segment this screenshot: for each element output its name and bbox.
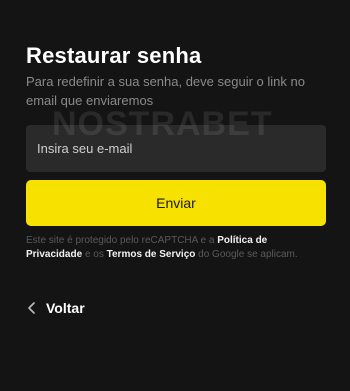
terms-of-service-link[interactable]: Termos de Serviço xyxy=(107,249,196,260)
recaptcha-notice: Este site é protegido pelo reCAPTCHA e a… xyxy=(26,234,326,262)
back-link[interactable]: Voltar xyxy=(26,300,85,316)
back-label: Voltar xyxy=(46,300,85,316)
page-title: Restaurar senha xyxy=(26,43,202,68)
email-field-container xyxy=(26,125,326,172)
recaptcha-notice-connector: e os xyxy=(84,249,104,260)
submit-button[interactable]: Enviar xyxy=(26,180,326,226)
recaptcha-notice-end: do Google se aplicam. xyxy=(198,249,298,260)
page-subtitle: Para redefinir a sua senha, deve seguir … xyxy=(26,74,305,108)
chevron-left-icon xyxy=(26,300,38,316)
email-input[interactable] xyxy=(37,141,315,156)
recaptcha-notice-start: Este site é protegido pelo reCAPTCHA e a xyxy=(26,235,215,246)
reset-password-panel: Restaurar senha Para redefinir a sua sen… xyxy=(0,0,350,391)
